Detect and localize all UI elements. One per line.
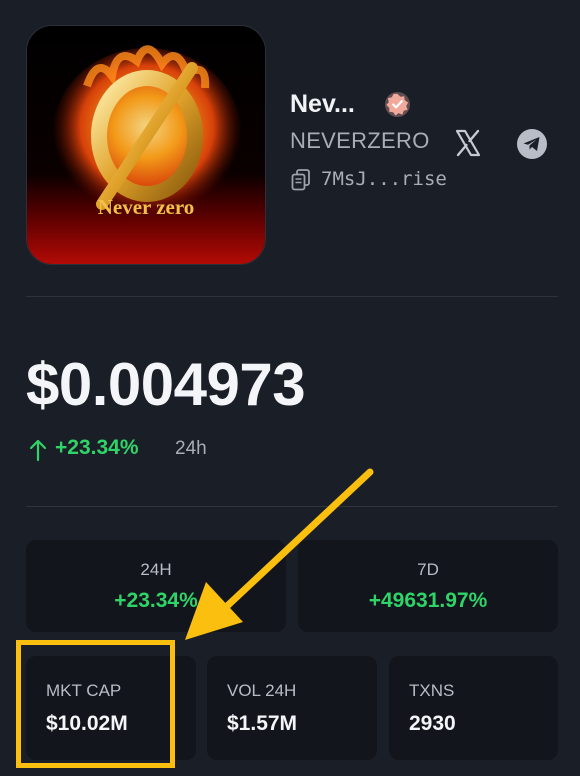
stat-card-24h: 24H +23.34% bbox=[26, 540, 286, 632]
token-price: $0.004973 bbox=[26, 351, 306, 418]
divider bbox=[26, 296, 558, 297]
arrow-up-icon bbox=[29, 439, 47, 462]
stat-card-7d: 7D +49631.97% bbox=[298, 540, 558, 632]
token-address[interactable]: 7MsJ...rise bbox=[321, 168, 447, 190]
stat-card-txns: TXNS 2930 bbox=[389, 656, 558, 760]
token-name: Nev... bbox=[290, 90, 355, 118]
stat-card-vol-24h: VOL 24H $1.57M bbox=[207, 656, 377, 760]
stat-label: VOL 24H bbox=[227, 681, 297, 700]
highlight-box bbox=[16, 640, 175, 768]
stat-label: 24H bbox=[140, 560, 172, 579]
price-change: +23.34% bbox=[55, 436, 139, 459]
stat-value: 2930 bbox=[409, 712, 456, 735]
stat-label: 7D bbox=[417, 560, 439, 579]
x-icon[interactable] bbox=[453, 128, 483, 158]
logo-wordmark: Never zero bbox=[98, 195, 195, 219]
verified-badge-icon bbox=[384, 91, 411, 118]
telegram-icon[interactable] bbox=[516, 128, 548, 160]
token-logo: Never zero bbox=[26, 25, 266, 265]
copy-icon[interactable] bbox=[290, 168, 312, 192]
token-ticker: NEVERZERO bbox=[290, 128, 430, 153]
stat-value: +23.34% bbox=[114, 589, 198, 612]
divider bbox=[26, 506, 558, 507]
stat-label: TXNS bbox=[409, 681, 455, 700]
price-change-period: 24h bbox=[175, 438, 207, 459]
stat-value: $1.57M bbox=[227, 712, 298, 735]
stat-value: +49631.97% bbox=[368, 589, 488, 612]
